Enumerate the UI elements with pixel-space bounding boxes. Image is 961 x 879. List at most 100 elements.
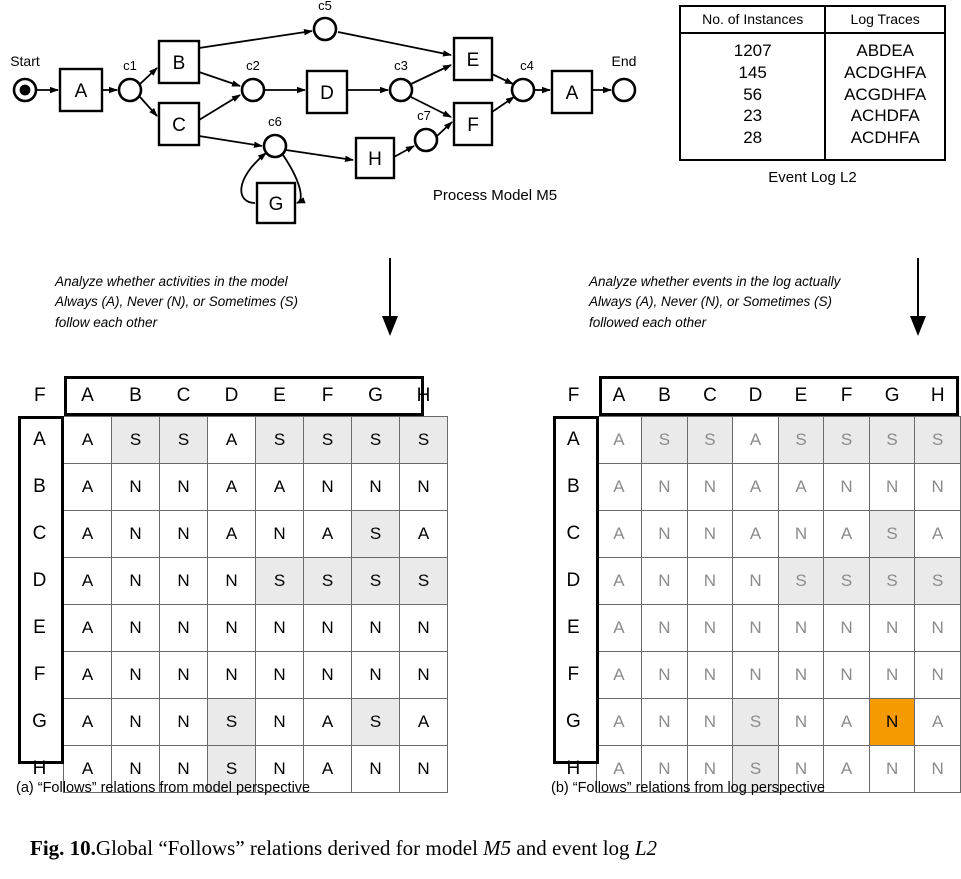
matrix-model-cell-e-b[interactable]: N <box>111 604 160 652</box>
matrix-model-cell-g-c[interactable]: N <box>159 698 208 746</box>
matrix-log-cell-b-h[interactable]: N <box>914 463 961 511</box>
matrix-log-cell-a-f[interactable]: S <box>823 416 870 464</box>
matrix-log-cell-b-g[interactable]: N <box>868 463 916 511</box>
matrix-log-cell-e-a[interactable]: A <box>595 604 643 652</box>
matrix-model-cell-d-a[interactable]: A <box>63 557 112 605</box>
matrix-log-cell-d-b[interactable]: N <box>641 557 688 605</box>
matrix-log-cell-d-g[interactable]: S <box>868 557 916 605</box>
matrix-model-cell-f-e[interactable]: N <box>255 651 304 699</box>
matrix-log-cell-c-b[interactable]: N <box>641 510 688 558</box>
matrix-log-cell-c-h[interactable]: A <box>914 510 961 558</box>
matrix-model-cell-e-a[interactable]: A <box>63 604 112 652</box>
matrix-model-cell-g-e[interactable]: N <box>255 698 304 746</box>
matrix-log-cell-a-e[interactable]: S <box>777 416 825 464</box>
matrix-log-cell-c-g[interactable]: S <box>868 510 916 558</box>
matrix-model-cell-c-b[interactable]: N <box>111 510 160 558</box>
matrix-model-cell-d-g[interactable]: S <box>351 557 400 605</box>
matrix-log-cell-f-b[interactable]: N <box>641 651 688 699</box>
matrix-model-cell-e-h[interactable]: N <box>399 604 448 652</box>
matrix-model-cell-c-c[interactable]: N <box>159 510 208 558</box>
matrix-log-cell-a-d[interactable]: A <box>732 416 779 464</box>
matrix-model-cell-a-e[interactable]: S <box>255 416 304 464</box>
matrix-model-cell-a-f[interactable]: S <box>303 416 352 464</box>
matrix-model-cell-b-a[interactable]: A <box>63 463 112 511</box>
matrix-model-cell-f-b[interactable]: N <box>111 651 160 699</box>
matrix-model-cell-d-d[interactable]: N <box>207 557 256 605</box>
matrix-model-cell-c-d[interactable]: A <box>207 510 256 558</box>
matrix-log-cell-d-a[interactable]: A <box>595 557 643 605</box>
matrix-model-cell-c-a[interactable]: A <box>63 510 112 558</box>
matrix-log-cell-c-d[interactable]: A <box>732 510 779 558</box>
matrix-log-cell-e-c[interactable]: N <box>686 604 734 652</box>
matrix-model-cell-b-e[interactable]: A <box>255 463 304 511</box>
matrix-log-cell-g-h[interactable]: A <box>914 698 961 746</box>
matrix-model-cell-b-f[interactable]: N <box>303 463 352 511</box>
matrix-model-cell-a-h[interactable]: S <box>399 416 448 464</box>
matrix-log-cell-c-c[interactable]: N <box>686 510 734 558</box>
matrix-model-cell-c-h[interactable]: A <box>399 510 448 558</box>
matrix-model-cell-f-f[interactable]: N <box>303 651 352 699</box>
matrix-log-cell-d-c[interactable]: N <box>686 557 734 605</box>
matrix-log-cell-b-f[interactable]: N <box>823 463 870 511</box>
matrix-model-cell-h-f[interactable]: A <box>303 745 352 793</box>
matrix-log-cell-f-c[interactable]: N <box>686 651 734 699</box>
matrix-model-cell-b-d[interactable]: A <box>207 463 256 511</box>
matrix-log-cell-h-f[interactable]: A <box>823 745 870 793</box>
matrix-log-cell-e-d[interactable]: N <box>732 604 779 652</box>
matrix-log-cell-b-a[interactable]: A <box>595 463 643 511</box>
matrix-model-cell-d-h[interactable]: S <box>399 557 448 605</box>
matrix-model-cell-h-g[interactable]: N <box>351 745 400 793</box>
matrix-model-cell-f-g[interactable]: N <box>351 651 400 699</box>
matrix-log-cell-a-c[interactable]: S <box>686 416 734 464</box>
matrix-log-cell-c-f[interactable]: A <box>823 510 870 558</box>
matrix-log-cell-b-e[interactable]: A <box>777 463 825 511</box>
matrix-model-cell-f-h[interactable]: N <box>399 651 448 699</box>
matrix-log-cell-g-c[interactable]: N <box>686 698 734 746</box>
matrix-log-cell-d-h[interactable]: S <box>914 557 961 605</box>
matrix-model-cell-d-b[interactable]: N <box>111 557 160 605</box>
matrix-model-cell-b-b[interactable]: N <box>111 463 160 511</box>
matrix-model-cell-a-d[interactable]: A <box>207 416 256 464</box>
matrix-model-cell-d-f[interactable]: S <box>303 557 352 605</box>
matrix-log-cell-e-g[interactable]: N <box>868 604 916 652</box>
matrix-log-cell-g-e[interactable]: N <box>777 698 825 746</box>
matrix-model-cell-b-c[interactable]: N <box>159 463 208 511</box>
matrix-model-cell-e-f[interactable]: N <box>303 604 352 652</box>
matrix-log-cell-f-e[interactable]: N <box>777 651 825 699</box>
matrix-model-cell-g-g[interactable]: S <box>351 698 400 746</box>
matrix-log-cell-e-f[interactable]: N <box>823 604 870 652</box>
matrix-model-cell-g-f[interactable]: A <box>303 698 352 746</box>
matrix-log-cell-d-d[interactable]: N <box>732 557 779 605</box>
matrix-model-cell-g-b[interactable]: N <box>111 698 160 746</box>
matrix-log-cell-a-h[interactable]: S <box>914 416 961 464</box>
matrix-model-cell-b-h[interactable]: N <box>399 463 448 511</box>
matrix-model-cell-d-c[interactable]: N <box>159 557 208 605</box>
matrix-model-cell-g-d[interactable]: S <box>207 698 256 746</box>
matrix-log-cell-b-b[interactable]: N <box>641 463 688 511</box>
matrix-model-cell-d-e[interactable]: S <box>255 557 304 605</box>
matrix-log-cell-e-h[interactable]: N <box>914 604 961 652</box>
matrix-model-cell-e-g[interactable]: N <box>351 604 400 652</box>
matrix-model-cell-c-e[interactable]: N <box>255 510 304 558</box>
matrix-log-cell-e-e[interactable]: N <box>777 604 825 652</box>
matrix-log-cell-h-g[interactable]: N <box>868 745 916 793</box>
matrix-model-cell-c-f[interactable]: A <box>303 510 352 558</box>
matrix-log-cell-f-a[interactable]: A <box>595 651 643 699</box>
matrix-model-cell-g-a[interactable]: A <box>63 698 112 746</box>
matrix-model-cell-a-a[interactable]: A <box>63 416 112 464</box>
matrix-model-cell-a-c[interactable]: S <box>159 416 208 464</box>
matrix-log-cell-e-b[interactable]: N <box>641 604 688 652</box>
matrix-model-cell-g-h[interactable]: A <box>399 698 448 746</box>
matrix-log-cell-h-h[interactable]: N <box>914 745 961 793</box>
matrix-log-cell-g-b[interactable]: N <box>641 698 688 746</box>
matrix-log-cell-g-f[interactable]: A <box>823 698 870 746</box>
matrix-model-cell-a-g[interactable]: S <box>351 416 400 464</box>
matrix-log-cell-f-h[interactable]: N <box>914 651 961 699</box>
matrix-log-cell-c-a[interactable]: A <box>595 510 643 558</box>
matrix-model-cell-e-e[interactable]: N <box>255 604 304 652</box>
matrix-log-cell-g-g[interactable]: N <box>868 698 916 746</box>
matrix-log-cell-g-a[interactable]: A <box>595 698 643 746</box>
matrix-log-cell-a-b[interactable]: S <box>641 416 688 464</box>
matrix-model-cell-a-b[interactable]: S <box>111 416 160 464</box>
matrix-model-cell-c-g[interactable]: S <box>351 510 400 558</box>
